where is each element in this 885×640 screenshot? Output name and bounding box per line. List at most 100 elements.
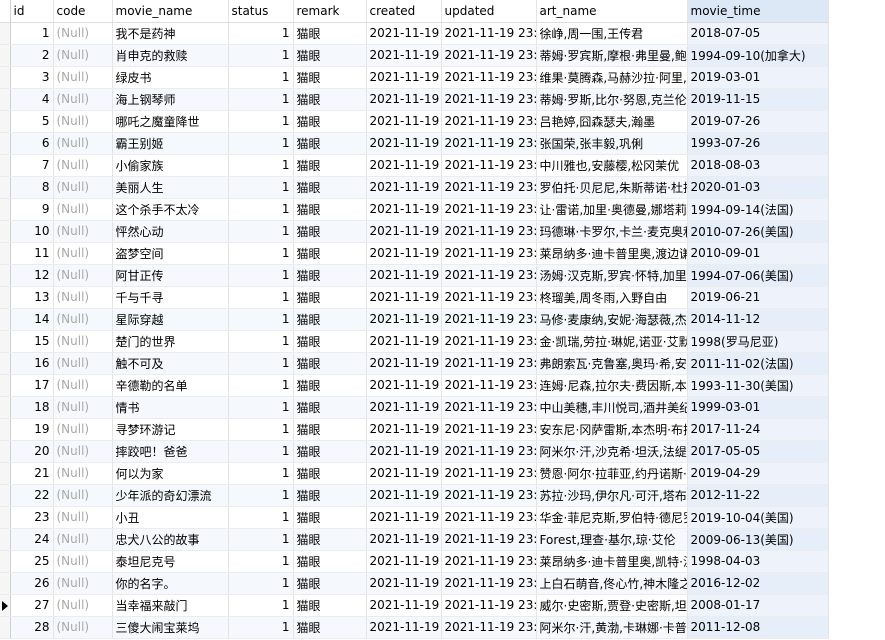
cell-status[interactable]: 1 — [228, 418, 294, 441]
cell-art-name[interactable]: 汤姆·汉克斯,罗宾·怀特,加里· — [536, 264, 688, 287]
cell-art-name[interactable]: 蒂姆·罗宾斯,摩根·弗里曼,鲍 — [536, 44, 688, 67]
row-indicator[interactable] — [0, 352, 11, 375]
cell-created[interactable]: 2021-11-19 2 — [366, 374, 442, 397]
cell-status[interactable]: 1 — [228, 264, 294, 287]
cell-movie-time[interactable]: 2008-01-17 — [687, 594, 829, 617]
column-header-created[interactable]: created — [366, 0, 442, 23]
row-indicator[interactable] — [0, 44, 11, 67]
cell-status[interactable]: 1 — [228, 330, 294, 353]
cell-status[interactable]: 1 — [228, 66, 294, 89]
cell-id[interactable]: 18 — [10, 396, 54, 419]
cell-updated[interactable]: 2021-11-19 23: — [441, 396, 537, 419]
cell-code[interactable]: (Null) — [53, 418, 113, 441]
row-indicator[interactable] — [0, 220, 11, 243]
table-row[interactable]: 13(Null)千与千寻1猫眼2021-11-19 22021-11-19 23… — [0, 286, 829, 309]
cell-movie-time[interactable]: 2018-08-03 — [687, 154, 829, 177]
cell-art-name[interactable]: Forest,理查·基尔,琼·艾伦 — [536, 528, 688, 551]
row-indicator[interactable] — [0, 308, 11, 331]
table-row[interactable]: 3(Null)绿皮书1猫眼2021-11-19 22021-11-19 23:维… — [0, 66, 829, 89]
cell-code[interactable]: (Null) — [53, 242, 113, 265]
row-indicator[interactable] — [0, 506, 11, 529]
cell-id[interactable]: 23 — [10, 506, 54, 529]
cell-remark[interactable]: 猫眼 — [293, 396, 367, 419]
cell-movie-time[interactable]: 2019-07-26 — [687, 110, 829, 133]
cell-movie-time[interactable]: 1998(罗马尼亚) — [687, 330, 829, 353]
cell-status[interactable]: 1 — [228, 594, 294, 617]
cell-movie-name[interactable]: 辛德勒的名单 — [112, 374, 229, 397]
row-indicator[interactable] — [0, 462, 11, 485]
cell-remark[interactable]: 猫眼 — [293, 286, 367, 309]
cell-code[interactable]: (Null) — [53, 506, 113, 529]
cell-created[interactable]: 2021-11-19 2 — [366, 440, 442, 463]
cell-art-name[interactable]: 马修·麦康纳,安妮·海瑟薇,杰西 — [536, 308, 688, 331]
cell-status[interactable]: 1 — [228, 88, 294, 111]
row-indicator[interactable] — [0, 66, 11, 89]
cell-created[interactable]: 2021-11-19 2 — [366, 66, 442, 89]
cell-remark[interactable]: 猫眼 — [293, 330, 367, 353]
cell-created[interactable]: 2021-11-19 2 — [366, 132, 442, 155]
table-row[interactable]: 10(Null)怦然心动1猫眼2021-11-19 22021-11-19 23… — [0, 220, 829, 243]
cell-updated[interactable]: 2021-11-19 23: — [441, 440, 537, 463]
cell-code[interactable]: (Null) — [53, 484, 113, 507]
cell-code[interactable]: (Null) — [53, 594, 113, 617]
column-header-status[interactable]: status — [228, 0, 294, 23]
cell-created[interactable]: 2021-11-19 2 — [366, 88, 442, 111]
cell-movie-name[interactable]: 少年派的奇幻漂流 — [112, 484, 229, 507]
cell-movie-time[interactable]: 1993-11-30(美国) — [687, 374, 829, 397]
table-row[interactable]: 24(Null)忠犬八公的故事1猫眼2021-11-19 22021-11-19… — [0, 528, 829, 551]
cell-status[interactable]: 1 — [228, 22, 294, 45]
cell-id[interactable]: 24 — [10, 528, 54, 551]
cell-updated[interactable]: 2021-11-19 23: — [441, 594, 537, 617]
table-row[interactable]: 5(Null)哪吒之魔童降世1猫眼2021-11-19 22021-11-19 … — [0, 110, 829, 133]
cell-code[interactable]: (Null) — [53, 132, 113, 155]
cell-art-name[interactable]: 玛德琳·卡罗尔,卡兰·麦克奥利 — [536, 220, 688, 243]
cell-art-name[interactable]: 莱昂纳多·迪卡普里奥,凯特·温 — [536, 550, 688, 573]
cell-movie-time[interactable]: 2011-12-08 — [687, 616, 829, 639]
column-header-art-name[interactable]: art_name — [536, 0, 688, 23]
cell-status[interactable]: 1 — [228, 440, 294, 463]
cell-movie-time[interactable]: 2017-11-24 — [687, 418, 829, 441]
row-indicator[interactable] — [0, 484, 11, 507]
cell-id[interactable]: 20 — [10, 440, 54, 463]
cell-art-name[interactable]: 徐峥,周一围,王传君 — [536, 22, 688, 45]
cell-code[interactable]: (Null) — [53, 550, 113, 573]
cell-updated[interactable]: 2021-11-19 23: — [441, 374, 537, 397]
cell-code[interactable]: (Null) — [53, 528, 113, 551]
table-row[interactable]: 18(Null)情书1猫眼2021-11-19 22021-11-19 23:中… — [0, 396, 829, 419]
cell-movie-name[interactable]: 怦然心动 — [112, 220, 229, 243]
cell-code[interactable]: (Null) — [53, 88, 113, 111]
cell-created[interactable]: 2021-11-19 2 — [366, 418, 442, 441]
cell-movie-name[interactable]: 三傻大闹宝莱坞 — [112, 616, 229, 639]
table-row[interactable]: 14(Null)星际穿越1猫眼2021-11-19 22021-11-19 23… — [0, 308, 829, 331]
column-header-updated[interactable]: updated — [441, 0, 537, 23]
cell-created[interactable]: 2021-11-19 2 — [366, 264, 442, 287]
row-indicator[interactable] — [0, 550, 11, 573]
cell-code[interactable]: (Null) — [53, 352, 113, 375]
cell-updated[interactable]: 2021-11-19 23: — [441, 308, 537, 331]
cell-created[interactable]: 2021-11-19 2 — [366, 396, 442, 419]
cell-remark[interactable]: 猫眼 — [293, 88, 367, 111]
cell-code[interactable]: (Null) — [53, 176, 113, 199]
cell-movie-time[interactable]: 2020-01-03 — [687, 176, 829, 199]
cell-created[interactable]: 2021-11-19 2 — [366, 176, 442, 199]
cell-code[interactable]: (Null) — [53, 330, 113, 353]
table-row[interactable]: 6(Null)霸王别姬1猫眼2021-11-19 22021-11-19 23:… — [0, 132, 829, 155]
cell-code[interactable]: (Null) — [53, 264, 113, 287]
cell-movie-name[interactable]: 情书 — [112, 396, 229, 419]
cell-status[interactable]: 1 — [228, 154, 294, 177]
cell-movie-time[interactable]: 1993-07-26 — [687, 132, 829, 155]
row-indicator[interactable] — [0, 374, 11, 397]
cell-id[interactable]: 12 — [10, 264, 54, 287]
cell-movie-time[interactable]: 2018-07-05 — [687, 22, 829, 45]
cell-movie-name[interactable]: 忠犬八公的故事 — [112, 528, 229, 551]
cell-id[interactable]: 6 — [10, 132, 54, 155]
cell-id[interactable]: 9 — [10, 198, 54, 221]
row-indicator[interactable] — [0, 132, 11, 155]
cell-art-name[interactable]: 连姆·尼森,拉尔夫·费因斯,本· — [536, 374, 688, 397]
cell-created[interactable]: 2021-11-19 2 — [366, 308, 442, 331]
cell-remark[interactable]: 猫眼 — [293, 44, 367, 67]
cell-movie-name[interactable]: 绿皮书 — [112, 66, 229, 89]
cell-id[interactable]: 15 — [10, 330, 54, 353]
cell-movie-time[interactable]: 2016-12-02 — [687, 572, 829, 595]
cell-remark[interactable]: 猫眼 — [293, 198, 367, 221]
